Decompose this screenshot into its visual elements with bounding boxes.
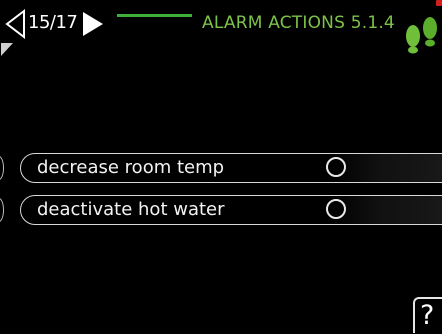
nav-prev-icon[interactable] (4, 9, 26, 39)
help-icon: ? (420, 300, 435, 331)
corner-arrow-icon (1, 43, 13, 56)
option-label: deactivate hot water (37, 199, 225, 220)
option-deactivate-hot-water[interactable]: deactivate hot water (20, 195, 442, 225)
radio-button[interactable] (326, 157, 346, 177)
header-divider (117, 14, 192, 17)
row-edge-decoration (0, 156, 4, 180)
nav-next-icon[interactable] (81, 10, 105, 38)
page-counter: 15/17 (28, 12, 78, 33)
help-button[interactable]: ? (413, 297, 442, 333)
page-title: ALARM ACTIONS 5.1.4 (202, 13, 395, 33)
alert-indicator (436, 0, 442, 6)
screen: 15/17 ALARM ACTIONS 5.1.4 decrease room … (0, 0, 442, 334)
row-edge-decoration (0, 198, 4, 222)
option-decrease-room-temp[interactable]: decrease room temp (20, 153, 442, 183)
footsteps-icon (406, 17, 437, 54)
radio-button[interactable] (326, 199, 346, 219)
option-label: decrease room temp (37, 157, 225, 178)
